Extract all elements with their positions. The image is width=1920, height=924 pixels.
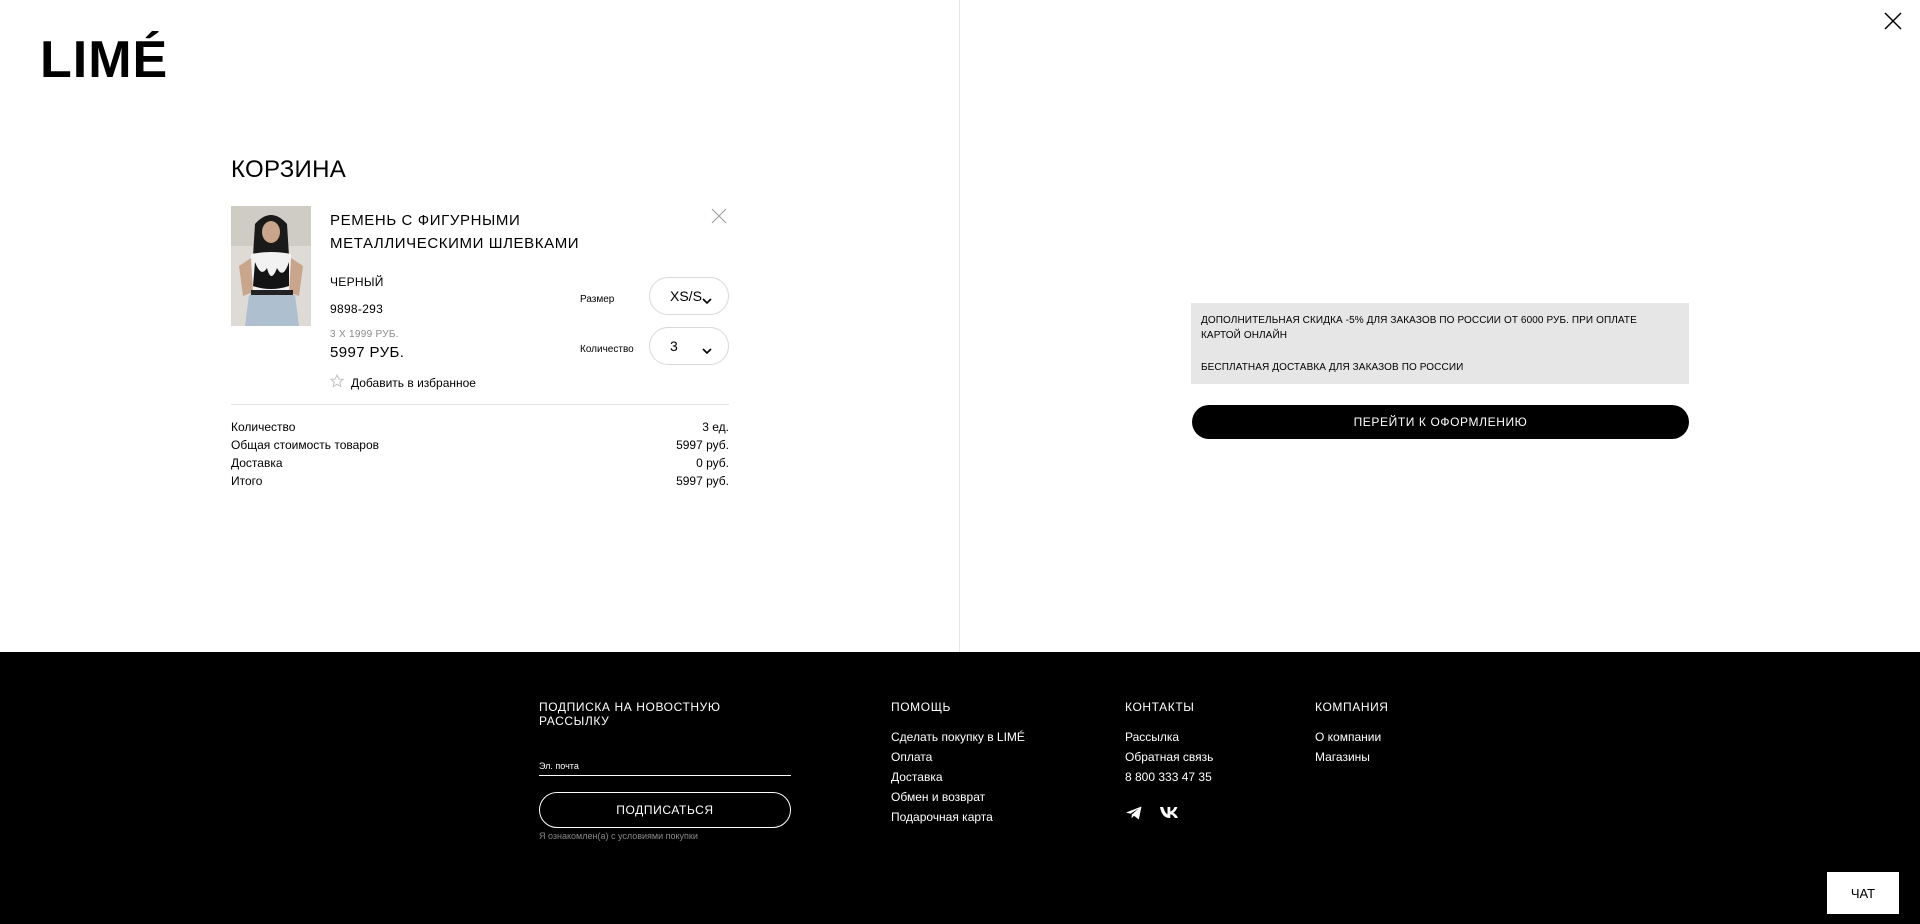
social-links	[1125, 805, 1213, 821]
product-color: ЧЕРНЫЙ	[330, 275, 384, 289]
size-label: Размер	[580, 294, 615, 305]
contacts-title: КОНТАКТЫ	[1125, 700, 1195, 714]
summary-row: Доставка 0 руб.	[231, 454, 729, 472]
cart-item: РЕМЕНЬ С ФИГУРНЫМИ МЕТАЛЛИЧЕСКИМИ ШЛЕВКА…	[231, 206, 729, 392]
contacts-section: КОНТАКТЫ Рассылка Обратная связь 8 800 3…	[1125, 700, 1213, 821]
chevron-down-icon	[702, 342, 712, 358]
size-select[interactable]: XS/S	[649, 277, 729, 315]
newsletter-title: ПОДПИСКА НА НОВОСТНУЮ РАССЫЛКУ	[539, 700, 721, 728]
chat-button[interactable]: ЧАТ	[1827, 872, 1899, 914]
logo[interactable]: LIMÉ	[40, 34, 168, 86]
summary-row: Общая стоимость товаров 5997 руб.	[231, 436, 729, 454]
contacts-phone[interactable]: 8 800 333 47 35	[1125, 767, 1213, 787]
company-section: КОМПАНИЯ О компании Магазины	[1315, 700, 1389, 767]
summary-row: Итого 5997 руб.	[231, 472, 729, 490]
help-link-delivery[interactable]: Доставка	[891, 767, 1025, 787]
telegram-icon[interactable]	[1125, 805, 1143, 821]
promo-delivery-text: БЕСПЛАТНАЯ ДОСТАВКА ДЛЯ ЗАКАЗОВ ПО РОССИ…	[1201, 362, 1464, 373]
help-section: ПОМОЩЬ Сделать покупку в LIMÉ Оплата Дос…	[891, 700, 1025, 827]
vk-icon[interactable]	[1159, 805, 1179, 821]
favorites-label: Добавить в избранное	[351, 375, 476, 390]
summary-row: Количество 3 ед.	[231, 418, 729, 436]
item-total-price: 5997 РУБ.	[330, 344, 405, 361]
star-icon	[329, 373, 345, 391]
size-value: XS/S	[670, 288, 702, 304]
product-image[interactable]	[231, 206, 311, 326]
cart-title: КОРЗИНА	[231, 156, 347, 183]
contacts-link-newsletter[interactable]: Рассылка	[1125, 727, 1213, 747]
close-icon[interactable]	[1882, 10, 1904, 32]
summary-value: 0 руб.	[696, 456, 729, 470]
product-name[interactable]: РЕМЕНЬ С ФИГУРНЫМИ МЕТАЛЛИЧЕСКИМИ ШЛЕВКА…	[330, 209, 670, 255]
summary-label: Количество	[231, 420, 296, 434]
contacts-link-feedback[interactable]: Обратная связь	[1125, 747, 1213, 767]
footer: ПОДПИСКА НА НОВОСТНУЮ РАССЫЛКУ Эл. почта…	[0, 652, 1920, 924]
product-sku: 9898-293	[330, 302, 384, 316]
company-title: КОМПАНИЯ	[1315, 700, 1389, 714]
checkout-button[interactable]: ПЕРЕЙТИ К ОФОРМЛЕНИЮ	[1192, 405, 1689, 439]
email-field[interactable]: Эл. почта	[539, 761, 791, 776]
cart-panel: КОРЗИНА РЕМЕНЬ С ФИГУРНЫМИ МЕТАЛЛИЧЕСКИМ…	[231, 156, 729, 490]
subscribe-button[interactable]: ПОДПИСАТЬСЯ	[539, 792, 791, 828]
help-link-returns[interactable]: Обмен и возврат	[891, 787, 1025, 807]
unit-price: 3 X 1999 РУБ.	[330, 329, 399, 340]
help-title: ПОМОЩЬ	[891, 700, 952, 714]
newsletter-section: ПОДПИСКА НА НОВОСТНУЮ РАССЫЛКУ Эл. почта…	[539, 700, 791, 841]
help-link-buy[interactable]: Сделать покупку в LIMÉ	[891, 727, 1025, 747]
quantity-select[interactable]: 3	[649, 327, 729, 365]
terms-link[interactable]: Я ознакомлен(а) с условиями покупки	[539, 831, 791, 841]
promo-discount-text: ДОПОЛНИТЕЛЬНАЯ СКИДКА -5% ДЛЯ ЗАКАЗОВ ПО…	[1201, 315, 1637, 341]
panel-divider	[959, 0, 960, 652]
summary-label: Итого	[231, 474, 263, 488]
company-link-about[interactable]: О компании	[1315, 727, 1389, 747]
add-to-favorites[interactable]: Добавить в избранное	[329, 373, 476, 391]
summary-label: Общая стоимость товаров	[231, 438, 380, 452]
summary-value: 5997 руб.	[676, 438, 729, 452]
summary-label: Доставка	[231, 456, 283, 470]
chevron-down-icon	[702, 292, 712, 308]
order-summary: Количество 3 ед. Общая стоимость товаров…	[231, 404, 729, 490]
quantity-label: Количество	[580, 344, 634, 355]
quantity-value: 3	[670, 338, 678, 354]
company-link-stores[interactable]: Магазины	[1315, 747, 1389, 767]
summary-value: 3 ед.	[702, 420, 729, 434]
help-link-payment[interactable]: Оплата	[891, 747, 1025, 767]
promo-banner: ДОПОЛНИТЕЛЬНАЯ СКИДКА -5% ДЛЯ ЗАКАЗОВ ПО…	[1191, 303, 1689, 384]
help-link-gift-card[interactable]: Подарочная карта	[891, 807, 1025, 827]
summary-value: 5997 руб.	[676, 474, 729, 488]
remove-item-icon[interactable]	[709, 206, 729, 226]
